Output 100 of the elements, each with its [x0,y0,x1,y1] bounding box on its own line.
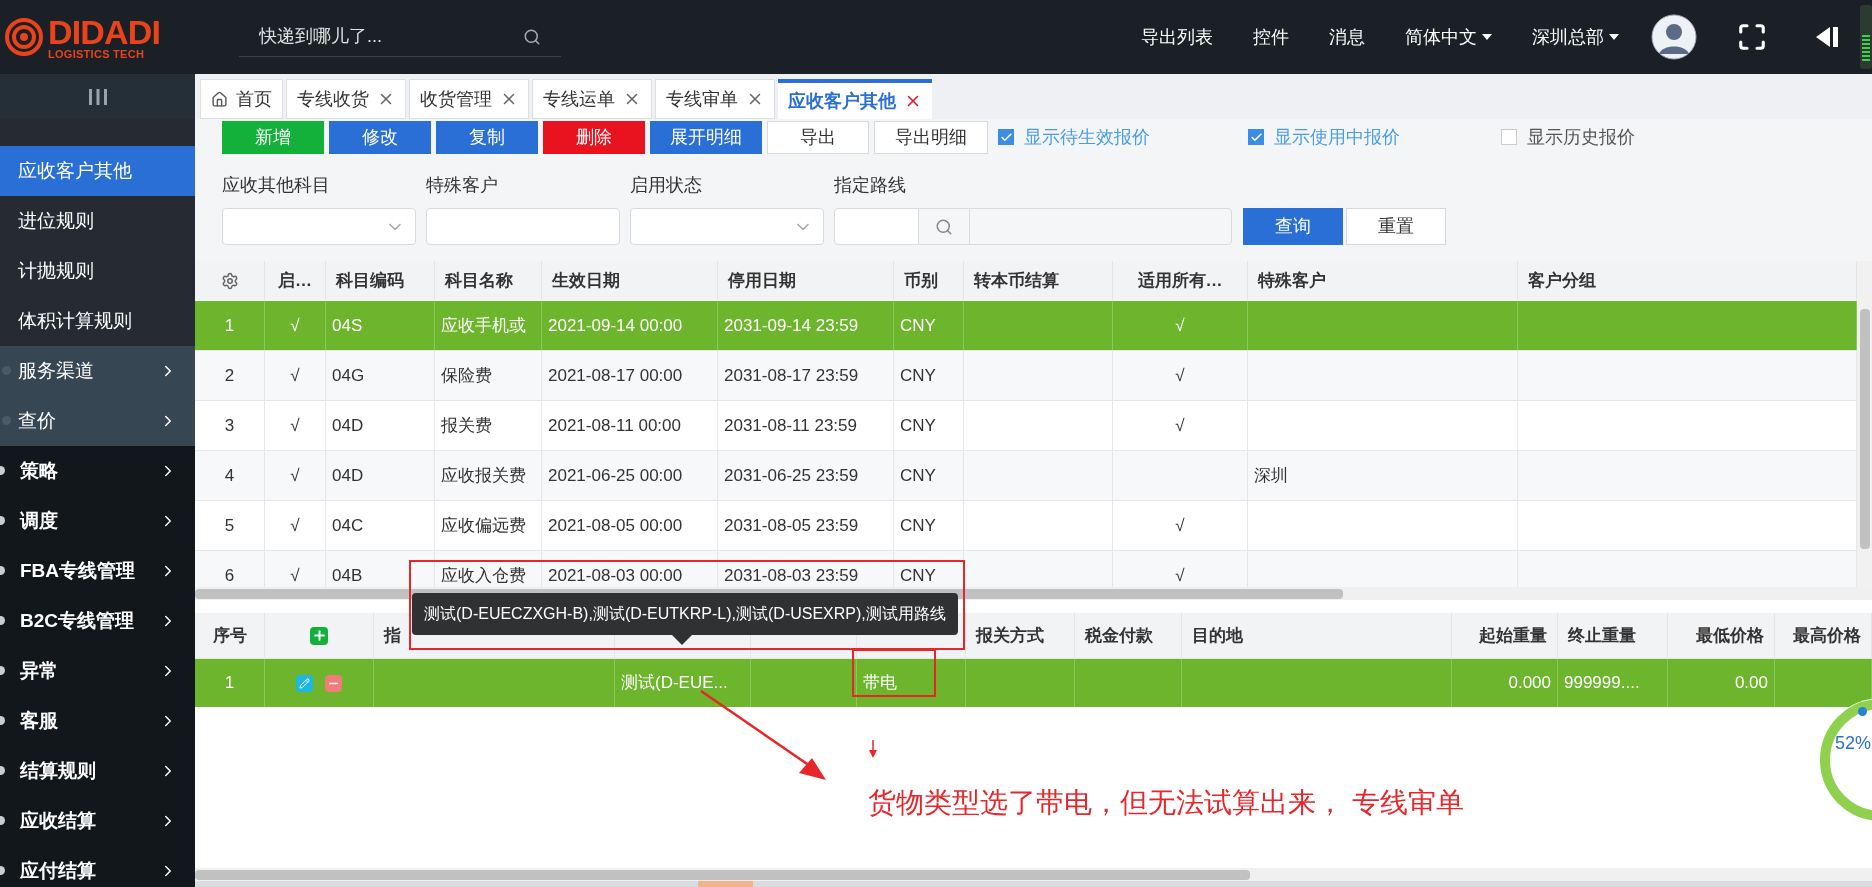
sidebar-item[interactable]: 应收客户其他 [0,146,195,196]
logo-name: DIDADI [48,14,160,49]
table-row[interactable]: 2 √ 04G 保险费 2021-08-17 00:00 2031-08-17 23:59 CNY √ [195,351,1857,401]
column-header: 指 [384,624,401,647]
tab[interactable]: 专线收货 [286,79,406,119]
header-menu-item[interactable]: 控件 [1233,23,1309,51]
fullscreen-icon[interactable] [1737,22,1767,52]
header-menu-item[interactable]: 简体中文 [1385,23,1512,51]
tab[interactable]: 专线运单 [532,79,652,119]
search-icon [935,217,953,236]
edit-icon[interactable] [296,674,313,692]
filter-button[interactable]: 重置 [1346,208,1446,245]
select-field[interactable] [630,208,824,245]
table-cell-text: 应收偏远费 [441,514,526,537]
table-row[interactable]: 4 √ 04D 应收报关费 2021-06-25 00:00 2031-06-25 23:59 CNY 深圳 [195,451,1857,501]
sidebar-item[interactable]: 进位规则 [0,196,195,246]
tab[interactable]: 收货管理 [409,79,529,119]
checkbox-label: 显示待生效报价 [1024,125,1150,149]
route-input[interactable] [969,208,1232,245]
table-cell-text: CNY [900,314,936,337]
checkbox[interactable] [998,129,1014,145]
table-cell-text: 2031-06-25 23:59 [724,464,859,487]
table-cell-text: √ [1175,364,1185,387]
table-row[interactable]: 5 √ 04C 应收偏远费 2021-08-05 00:00 2031-08-05 23:59 CNY √ [195,501,1857,551]
table-cell-text: 1 [224,672,235,695]
check-icon [1249,130,1263,144]
table-cell-text: 2031-08-03 23:59 [724,564,859,587]
toolbar-button[interactable]: 修改 [329,120,431,154]
table-cell-text: √ [290,414,300,437]
checkbox[interactable] [1248,129,1264,145]
column-header: 最高价格 [1793,624,1861,647]
toolbar-button[interactable]: 展开明细 [650,120,762,154]
arrow [868,740,878,758]
column-header: 报关方式 [976,624,1044,647]
sidebar-item[interactable]: 服务渠道 [0,346,195,396]
column-header: 科目编码 [336,270,404,293]
table-cell-text: √ [290,514,300,537]
tab[interactable]: 专线审单 [655,79,775,119]
table-cell-text: CNY [900,514,936,537]
avatar[interactable] [1651,14,1697,60]
table-cell-text: 6 [224,564,235,587]
table-cell-text: 04G [332,364,365,387]
table-cell-text: 999999.... [1564,672,1640,695]
column-header: 转本币结算 [974,270,1059,293]
column-header: 科目名称 [445,270,513,293]
toolbar-button[interactable]: 导出 [767,120,869,154]
scrollbar-thumb[interactable] [195,869,1250,880]
remove-icon[interactable] [325,674,342,692]
input-field[interactable] [426,208,620,245]
table-cell-text: √ [1175,314,1185,337]
table-cell-text: 2021-08-05 00:00 [548,514,683,537]
select-field[interactable] [222,208,416,245]
table-row[interactable]: 3 √ 04D 报关费 2021-08-11 00:00 2031-08-11 23:59 CNY √ [195,401,1857,451]
filter-button[interactable]: 查询 [1243,208,1343,245]
table-cell-text: CNY [900,464,936,487]
column-header: 客户分组 [1528,270,1596,293]
route-input[interactable] [834,208,919,245]
table-cell-text: 4 [224,464,235,487]
search-icon [523,28,541,46]
table-row[interactable]: 6 √ 04B 应收入仓费 2021-08-03 00:00 2031-08-03 23:59 CNY √ [195,551,1857,587]
search-button[interactable] [919,208,969,245]
table-cell-text: CNY [900,564,936,587]
table-cell-text: 2031-08-17 23:59 [724,364,859,387]
table-cell-text: 深圳 [1254,464,1288,487]
caret-down-icon [1609,34,1619,40]
settings-icon[interactable] [220,272,239,290]
sidebar-item[interactable]: 计抛规则 [0,246,195,296]
toolbar-button[interactable]: 复制 [436,120,538,154]
sidebar-item[interactable]: 查价 [0,396,195,446]
field-label: 应收其他科目 [222,174,331,197]
checkbox-label: 显示使用中报价 [1274,125,1400,149]
column-header: 序号 [212,624,247,647]
field-label: 启用状态 [630,174,703,197]
tooltip-pointer-icon [672,635,692,645]
table-cell-text: √ [1175,514,1185,537]
signal-icon [1860,5,1872,69]
table-cell-text: 测试(D-EUE... [621,672,728,695]
scrollbar-thumb[interactable] [1859,309,1870,549]
table-cell-text: 0.00 [1734,672,1768,695]
search-field[interactable]: 快递到哪儿了... [239,17,561,57]
toolbar-button[interactable]: 导出明细 [874,120,988,154]
toolbar-button[interactable]: 删除 [543,120,645,154]
home-icon [211,90,228,108]
header-menu-item[interactable]: 深圳总部 [1512,23,1639,51]
add-icon[interactable] [310,626,328,645]
tab[interactable]: 应收客户其他 [778,79,932,119]
table-cell-text: 2021-08-11 00:00 [548,414,681,437]
checkbox[interactable] [1501,129,1517,145]
tab[interactable]: 首页 [200,79,283,119]
tooltip: 测试(D-EUECZXGH-B),测试(D-EUTKRP-L),测试(D-USEXRP),测试用路线 [412,593,958,635]
header-menu-item[interactable]: 消息 [1309,23,1385,51]
table-cell-text: 2031-09-14 23:59 [724,314,859,337]
table-cell-text: 2 [224,364,235,387]
sidebar-item[interactable]: 体积计算规则 [0,296,195,346]
column-header: 目的地 [1192,624,1243,647]
column-header: 停用日期 [728,270,796,293]
header-menu-item[interactable]: 导出列表 [1121,23,1233,51]
checkbox-label: 显示历史报价 [1527,125,1635,149]
table-cell-text: √ [290,464,300,487]
column-header: 适用所有… [1137,270,1223,293]
